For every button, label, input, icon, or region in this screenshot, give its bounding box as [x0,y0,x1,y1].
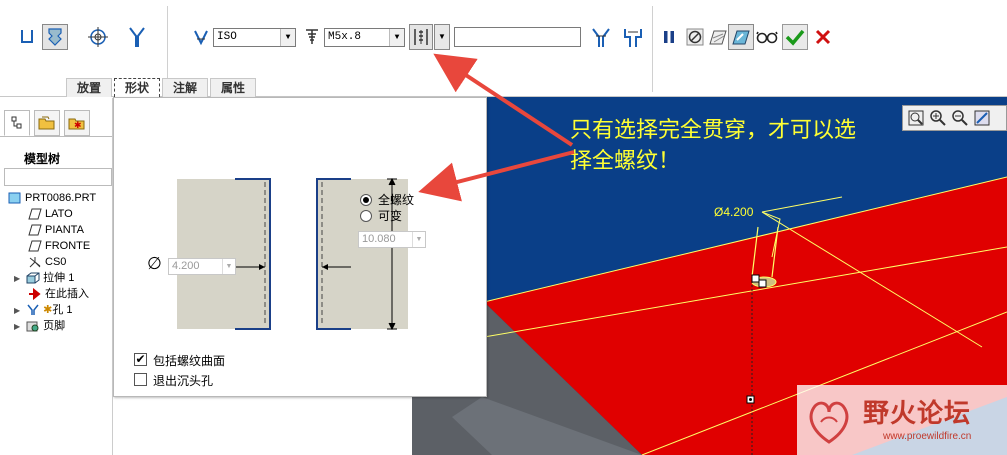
exit-countersink-checkbox[interactable] [134,373,147,386]
tree-item-hole[interactable]: ▶ ✱孔 1 [14,302,73,318]
variable-thread-label: 可变 [378,209,403,223]
dashboard-toolbar: ISO ▼ M5x.8 ▼ ▼ 放置 形状 注解 属性 [0,0,1007,97]
full-thread-label: 全螺纹 [378,193,415,207]
geometry-preview-icon[interactable] [728,24,754,50]
insert-here-icon [28,288,42,301]
watermark-logo-icon [809,401,849,444]
extrude-icon [26,272,40,284]
tree-item-lato[interactable]: LATO [28,206,73,222]
chevron-down-icon: ▼ [412,232,425,247]
flip-depth-icon[interactable] [588,24,614,50]
exit-countersink-label: 退出沉头孔 [153,374,214,388]
tree-item-part[interactable]: PRT0086.PRT [8,190,96,206]
depth-options-dropdown[interactable]: ▼ [434,24,450,50]
diameter-input[interactable]: 4.200 ▼ [168,258,236,275]
tree-item-label: 页脚 [43,320,66,332]
folder-browser-tab[interactable] [34,110,60,136]
repaint-icon[interactable] [973,109,991,127]
tree-item-label: 拉伸 1 [43,272,75,284]
svg-text:✱: ✱ [74,120,82,130]
watermark-url: www.proewildfire.cn [883,431,972,442]
zoom-out-icon[interactable] [951,109,969,127]
add-tap-icon[interactable] [85,24,111,50]
tab-note[interactable]: 注解 [162,78,209,97]
variable-thread-radio[interactable] [360,210,372,222]
tree-item-label: CS0 [45,256,67,268]
tree-item-insert-here[interactable]: 在此插入 [28,286,89,302]
refit-icon[interactable] [907,109,925,127]
chevron-down-icon: ▼ [280,29,295,46]
tree-item-extrude[interactable]: ▶ 拉伸 1 [14,270,74,286]
expand-icon[interactable]: ▶ [14,306,20,315]
depth-through-all-icon[interactable] [409,24,433,50]
thread-depth-input[interactable]: 10.080 ▼ [358,231,426,248]
tab-placement[interactable]: 放置 [66,78,113,97]
tree-item-fronte[interactable]: FRONTE [28,238,90,254]
model-tree-filter[interactable] [4,168,112,186]
tree-item-label: 孔 1 [52,304,73,316]
view-toolbar [902,105,1007,131]
tab-shape[interactable]: 形状 [114,78,161,97]
chevron-down-icon: ▼ [222,259,235,274]
diameter-value: 4.200 [172,260,200,272]
hole-icon [26,304,40,316]
screw-size-select[interactable]: M5x.8 ▼ [324,28,405,47]
depth-value-input[interactable] [454,27,581,47]
verify-mode-icon[interactable] [754,24,780,50]
tree-item-pianta[interactable]: PIANTA [28,222,84,238]
include-thread-surface-label: 包括螺纹曲面 [153,354,226,368]
footer-icon [26,320,40,332]
full-thread-radio[interactable] [360,194,372,206]
graphics-window[interactable]: Ø4.200 只有选择完全贯穿，才可以选择全螺纹！ 野火论坛 www.proew… [412,97,1007,455]
cancel-icon[interactable] [810,24,836,50]
coordinate-system-icon [28,256,42,268]
hole-marker: ✱ [43,304,53,316]
confirm-icon[interactable] [782,24,808,50]
favorites-tab[interactable]: ✱ [64,110,90,136]
screw-size-icon [299,24,325,50]
include-thread-surface-checkbox[interactable]: ✔ [134,353,147,366]
thread-type-icon [188,24,214,50]
navigator-panel: ✱ 模型树 PRT0086.PRT LATO PIANTA FRONTE CS0… [0,98,113,455]
shape-slide-up-panel: ∅ 4.200 ▼ 全螺纹 可变 10.080 ▼ ✔ 包括螺纹曲面 退出沉头孔 [113,97,487,397]
tree-item-cs0[interactable]: CS0 [28,254,66,270]
model-tree-tab[interactable] [4,110,30,136]
screw-size-value: M5x.8 [328,31,362,43]
tree-item-label: 在此插入 [45,288,89,300]
chevron-down-icon: ▼ [389,29,404,46]
counterbore-icon[interactable] [620,24,646,50]
pause-icon[interactable] [656,24,682,50]
thread-standard-select[interactable]: ISO ▼ [213,28,296,47]
expand-icon[interactable]: ▶ [14,274,20,283]
diameter-dimension-label[interactable]: Ø4.200 [714,205,753,219]
tree-item-footer[interactable]: ▶ 页脚 [14,318,65,334]
model-tree-icon [11,116,22,129]
part-icon [8,192,22,204]
tree-item-label: PRT0086.PRT [25,192,97,204]
expand-icon[interactable]: ▶ [14,322,20,331]
watermark-brand: 野火论坛 [863,398,972,428]
favorites-folder-icon: ✱ [68,118,85,130]
datum-plane-icon [28,208,42,220]
model-tree-title: 模型树 [24,152,61,166]
tree-item-label: FRONTE [45,240,91,252]
annotation-text: 只有选择完全贯穿，才可以选择全螺纹！ [570,118,857,174]
datum-plane-icon [28,224,42,236]
zoom-in-icon[interactable] [929,109,947,127]
thread-depth-value: 10.080 [362,233,396,245]
standard-hole-icon[interactable] [42,24,68,50]
dashboard-tabs: 放置 形状 注解 属性 [66,78,258,97]
datum-plane-icon [28,240,42,252]
tree-item-label: PIANTA [45,224,84,236]
diameter-symbol-icon: ∅ [147,254,162,273]
tab-properties[interactable]: 属性 [210,78,257,97]
thread-standard-value: ISO [217,31,237,43]
watermark: 野火论坛 www.proewildfire.cn [797,385,1007,455]
add-countersink-icon[interactable] [124,24,150,50]
simple-hole-icon[interactable] [14,24,40,50]
tree-item-label: LATO [45,208,73,220]
folder-icon [38,116,55,130]
